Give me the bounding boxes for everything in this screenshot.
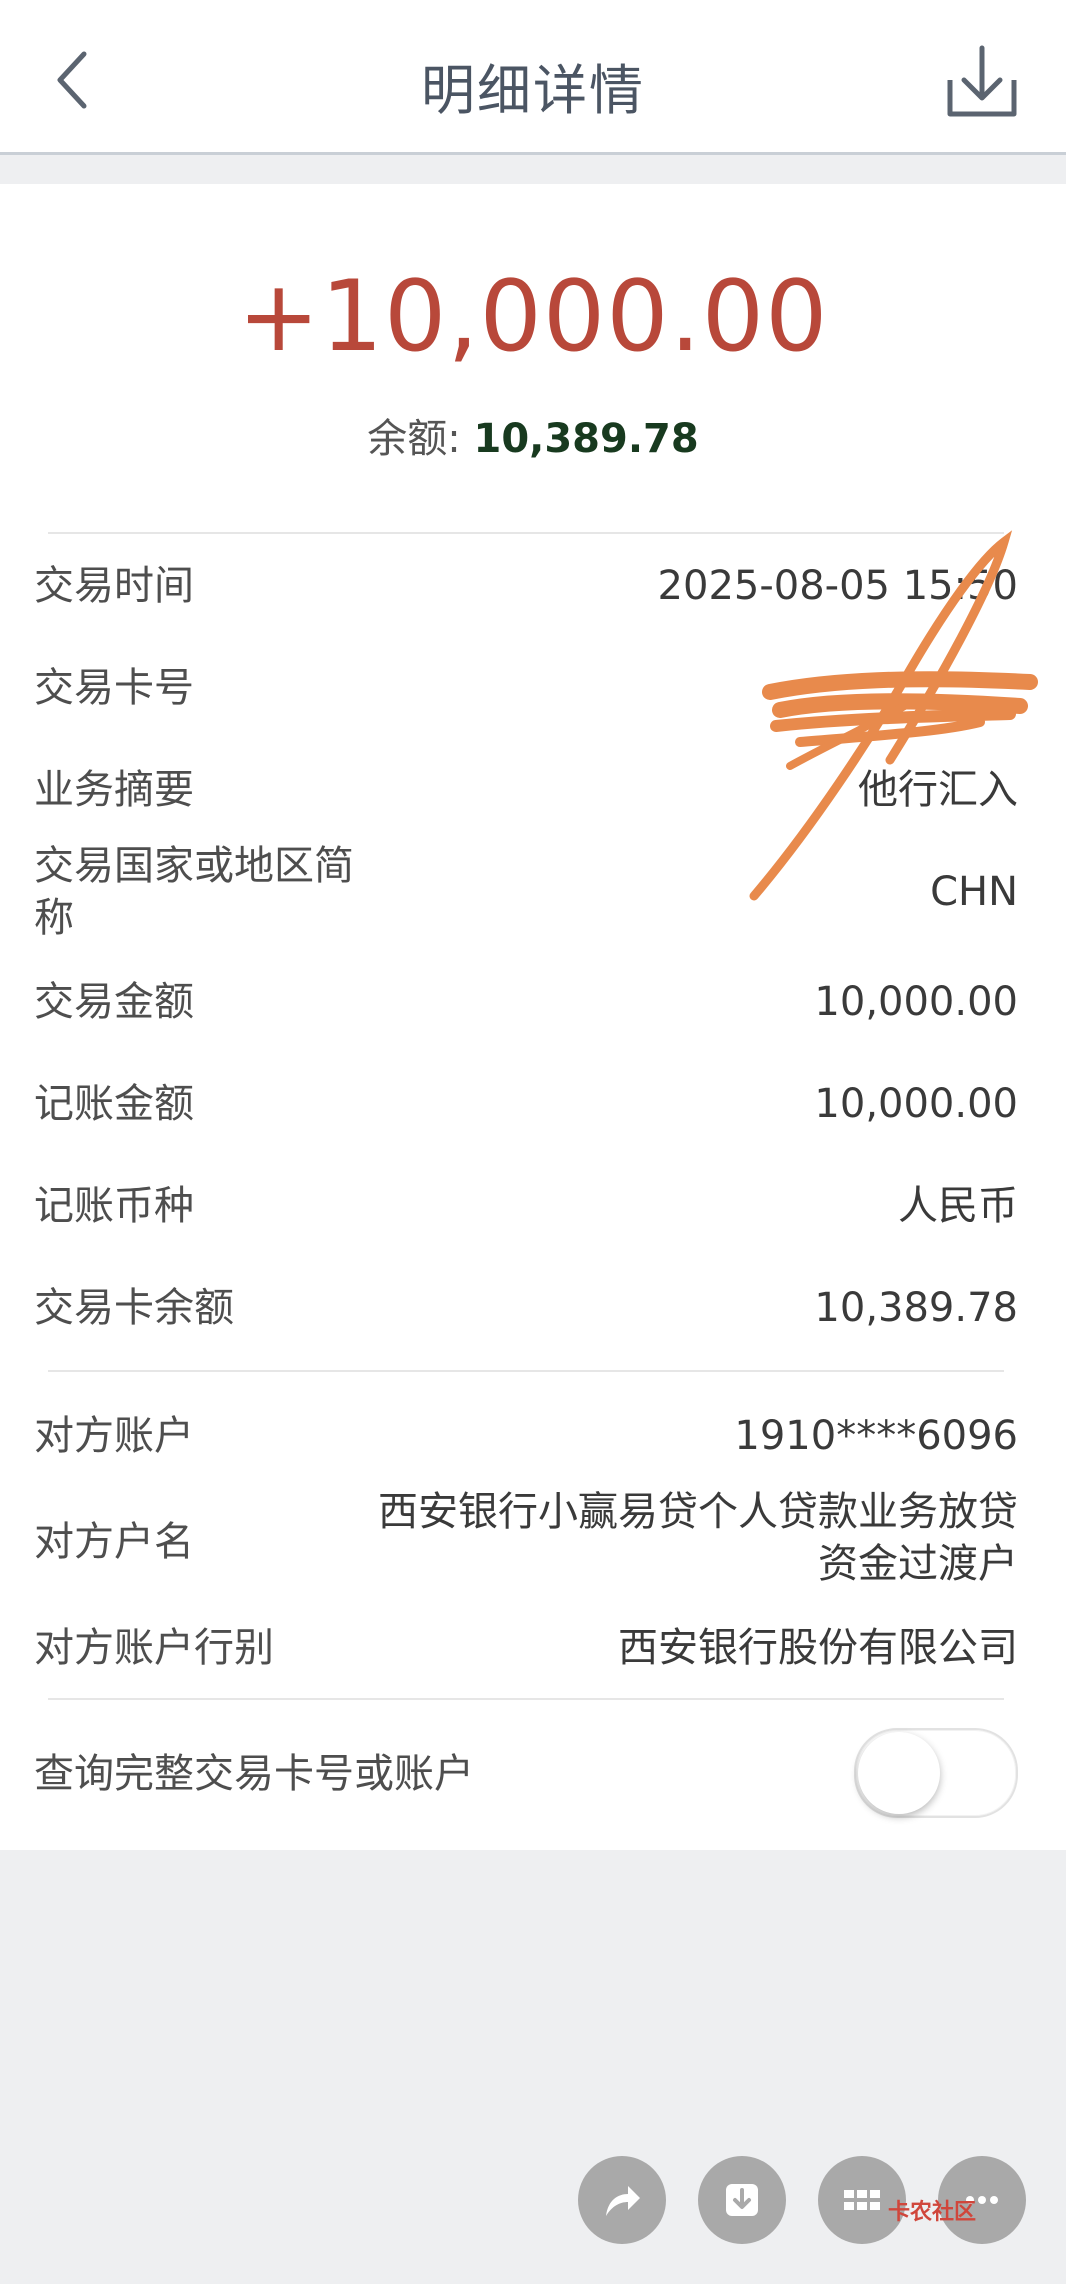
detail-key: 对方账户行别 [34,1625,274,1671]
balance-label: 余额: [367,416,461,462]
detail-value: 1910****6096 [734,1413,1018,1459]
watermark-logo: 卡农社区 [888,2194,976,2226]
detail-key: 交易国家或地区简称 [34,843,354,941]
detail-value: 2025-08-05 15:50 [657,563,1018,609]
divider [48,1370,1004,1372]
detail-value: CHN [930,869,1018,915]
detail-key: 交易卡号 [34,665,194,711]
detail-key: 交易金额 [34,979,194,1025]
top-bar: 明细详情 [0,0,1066,155]
detail-value: 西安银行小赢易贷个人贷款业务放贷资金过渡户 [378,1489,1018,1587]
detail-key: 对方户名 [34,1519,194,1565]
divider [48,1698,1004,1700]
detail-value: 他行汇入 [858,767,1018,813]
detail-value: 10,000.00 [814,1081,1018,1127]
detail-value: 西安银行股份有限公司 [618,1625,1018,1671]
download-icon[interactable] [944,44,1020,120]
share-button[interactable] [578,2156,666,2244]
balance-line: 余额: 10,389.78 [0,406,1066,464]
save-icon [726,2184,758,2216]
detail-value: 10,000.00 [814,979,1018,1025]
share-icon [606,2186,640,2216]
divider [48,532,1004,534]
detail-key: 交易卡余额 [34,1285,234,1331]
detail-value: 10,389.78 [814,1285,1018,1331]
toggle-knob [858,1732,940,1814]
detail-key: 记账金额 [34,1081,194,1127]
transaction-amount: +10,000.00 [237,260,829,374]
toggle-label: 查询完整交易卡号或账户 [34,1751,474,1797]
page-title: 明细详情 [421,59,645,122]
detail-key: 记账币种 [34,1183,194,1229]
grid-icon [844,2190,880,2210]
transaction-detail-card: +10,000.00 余额: 10,389.78 交易时间 2025-08-05… [0,184,1066,1850]
detail-key: 交易时间 [34,563,194,609]
detail-value: 人民币 [898,1183,1018,1229]
watermark-text: 卡农社区 [888,2200,977,2225]
save-button[interactable] [698,2156,786,2244]
balance-value: 10,389.78 [473,416,699,462]
detail-key: 对方账户 [34,1413,194,1459]
full-number-toggle[interactable] [854,1728,1018,1818]
detail-key: 业务摘要 [34,767,194,813]
